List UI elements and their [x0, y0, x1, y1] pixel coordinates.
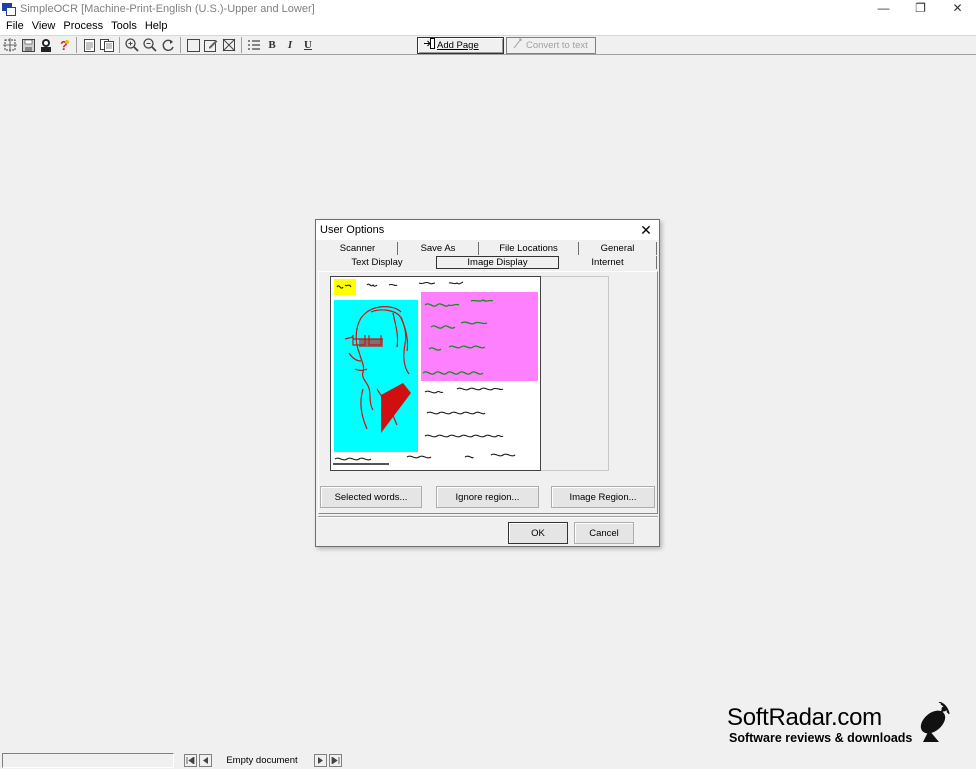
menu-bar: File View Process Tools Help — [0, 18, 976, 35]
underline-icon[interactable]: U — [299, 36, 317, 54]
status-bar: Empty document — [0, 751, 976, 769]
image-region-highlight — [334, 300, 418, 452]
minimize-button[interactable]: — — [865, 0, 902, 18]
next-page-icon — [318, 756, 323, 764]
image-display-panel: Selected words... Ignore region... Image… — [318, 271, 658, 514]
menu-file[interactable]: File — [2, 18, 28, 35]
ignore-region-highlight — [421, 292, 538, 381]
user-options-dialog: User Options ✕ Scanner Save As File Loca… — [315, 219, 660, 547]
preview-image — [331, 277, 540, 470]
selected-words-button[interactable]: Selected words... — [320, 486, 422, 508]
pages-icon[interactable] — [98, 36, 116, 54]
prev-page-icon — [203, 756, 208, 764]
ignore-region-label: Ignore region... — [455, 491, 520, 503]
selected-words-label: Selected words... — [334, 491, 408, 503]
document-icon[interactable] — [80, 36, 98, 54]
next-page-button[interactable] — [314, 753, 327, 767]
dialog-tabs: Scanner Save As File Locations General T… — [318, 242, 658, 269]
status-field — [2, 752, 174, 768]
rotate-icon[interactable] — [159, 36, 177, 54]
restore-button[interactable]: ❐ — [902, 0, 939, 18]
menu-view[interactable]: View — [28, 18, 60, 35]
add-page-label: Add Page — [437, 39, 479, 51]
user-icon[interactable] — [37, 36, 55, 54]
ignore-region-button[interactable]: Ignore region... — [436, 486, 539, 508]
image-preview — [330, 276, 541, 471]
dialog-title-bar: User Options ✕ — [316, 220, 659, 240]
satellite-dish-icon — [920, 702, 950, 742]
document-status: Empty document — [226, 754, 298, 766]
zoom-in-icon[interactable] — [123, 36, 141, 54]
italic-icon[interactable]: I — [281, 36, 299, 54]
first-page-icon — [186, 756, 195, 764]
watermark-brand: SoftRadar.com — [727, 704, 882, 731]
preview-empty-area — [541, 276, 609, 471]
watermark-tagline: Software reviews & downloads — [729, 731, 913, 745]
toolbar-separator — [76, 37, 77, 53]
window-controls: — ❐ ✕ — [865, 0, 976, 18]
toolbar-separator — [119, 37, 120, 53]
help-icon[interactable]: ? — [55, 36, 73, 54]
save-icon[interactable] — [19, 36, 37, 54]
last-page-button[interactable] — [329, 753, 342, 767]
tab-scanner[interactable]: Scanner — [318, 242, 398, 255]
app-icon — [2, 2, 16, 16]
menu-tools[interactable]: Tools — [107, 18, 141, 35]
prev-page-button[interactable] — [199, 753, 212, 767]
toolbar: ? B I U Add Page Convert to text — [0, 35, 976, 55]
edit-region-icon[interactable] — [202, 36, 220, 54]
scan-icon[interactable] — [1, 36, 19, 54]
select-region-icon[interactable] — [184, 36, 202, 54]
cancel-button[interactable]: Cancel — [574, 522, 634, 544]
tab-save-as[interactable]: Save As — [398, 242, 479, 255]
image-region-button[interactable]: Image Region... — [551, 486, 655, 508]
tab-row-2: Text Display Image Display Internet — [318, 256, 658, 269]
menu-help[interactable]: Help — [141, 18, 172, 35]
convert-to-text-button[interactable]: Convert to text — [506, 36, 596, 54]
convert-label: Convert to text — [526, 39, 588, 51]
last-page-icon — [331, 756, 340, 764]
dialog-divider — [318, 516, 658, 518]
ignore-region-icon[interactable] — [220, 36, 238, 54]
tab-internet[interactable]: Internet — [559, 256, 657, 269]
tab-text-display[interactable]: Text Display — [318, 256, 436, 269]
menu-process[interactable]: Process — [59, 18, 107, 35]
softradar-watermark: SoftRadar.com Software reviews & downloa… — [727, 700, 967, 748]
dialog-title: User Options — [320, 224, 385, 236]
tab-row-1: Scanner Save As File Locations General — [318, 242, 658, 255]
ok-button[interactable]: OK — [508, 522, 568, 544]
toolbar-separator — [241, 37, 242, 53]
add-page-button[interactable]: Add Page — [417, 36, 504, 54]
toolbar-separator — [180, 37, 181, 53]
zoom-out-icon[interactable] — [141, 36, 159, 54]
window-title: SimpleOCR [Machine-Print-English (U.S.)-… — [20, 3, 315, 15]
ok-label: OK — [531, 527, 545, 539]
tab-general[interactable]: General — [579, 242, 657, 255]
title-bar: SimpleOCR [Machine-Print-English (U.S.)-… — [0, 0, 976, 18]
cancel-label: Cancel — [589, 527, 619, 539]
tab-file-locations[interactable]: File Locations — [479, 242, 579, 255]
list-icon[interactable] — [245, 36, 263, 54]
image-region-label: Image Region... — [569, 491, 637, 503]
convert-icon — [513, 38, 523, 52]
dialog-close-button[interactable]: ✕ — [637, 221, 655, 239]
tab-image-display[interactable]: Image Display — [436, 256, 559, 269]
close-window-button[interactable]: ✕ — [939, 0, 976, 18]
add-page-icon — [424, 38, 435, 52]
bold-icon[interactable]: B — [263, 36, 281, 54]
first-page-button[interactable] — [184, 753, 197, 767]
